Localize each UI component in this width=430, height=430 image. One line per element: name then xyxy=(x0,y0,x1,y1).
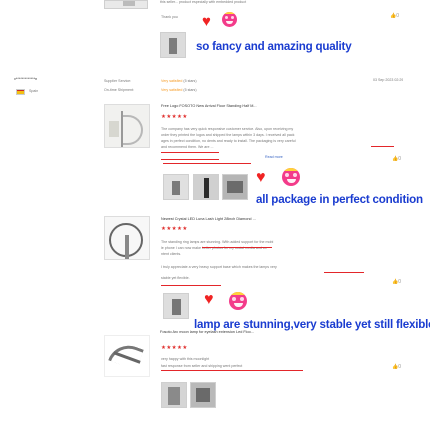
review3-line-4: I truly appreciate a very heavy support … xyxy=(161,265,277,269)
review2-line-3: ages in perfect condition, no dents and … xyxy=(161,139,296,143)
review1-user-text: Thank you xyxy=(161,15,178,19)
review4-product-image[interactable] xyxy=(104,335,150,377)
review2-like-count: 0 xyxy=(398,156,402,162)
review2-big-caption: all package in perfect condition xyxy=(256,193,423,206)
review4-like-button[interactable]: 👍0 xyxy=(392,364,401,370)
underline xyxy=(371,146,394,148)
review1-product-image[interactable] xyxy=(104,0,148,9)
reviewer-country: Spain xyxy=(29,89,39,93)
review3-line-5: stable yet flexible. xyxy=(161,276,190,280)
heart-icon: ♥ xyxy=(204,291,214,308)
review2-photo-2[interactable] xyxy=(193,174,219,200)
underline xyxy=(161,159,219,161)
review1-photo[interactable] xyxy=(160,32,186,58)
review2-line-2: order they printed the logos and shipped… xyxy=(161,133,295,137)
heart-eyes-face-icon xyxy=(282,168,300,186)
underline xyxy=(161,285,221,287)
supplier-service-label: Supplier Service: xyxy=(104,79,132,83)
review2-stars: ★★★★★ xyxy=(161,114,188,120)
review3-photo[interactable] xyxy=(163,293,189,319)
read-more-link[interactable]: Read more xyxy=(265,155,283,160)
review2-like-button[interactable]: 👍0 xyxy=(392,156,401,162)
heart-icon: ♥ xyxy=(256,169,266,186)
heart-eyes-face-icon xyxy=(222,12,237,27)
supplier-service-value: Very satisfied (5 stars) xyxy=(161,79,197,83)
review1-big-caption: so fancy and amazing quality xyxy=(196,40,352,53)
review4-like-count: 0 xyxy=(398,364,402,370)
review-date: 03 Sep 2023 02:29 xyxy=(373,78,404,82)
review3-product-image[interactable] xyxy=(104,216,150,260)
review1-like-button[interactable]: 👍0 xyxy=(390,13,399,19)
review2-line-1: The company has very quick responsive cu… xyxy=(161,127,294,131)
reviewer-name: v*************n xyxy=(14,77,38,81)
underline xyxy=(161,152,219,154)
review3-like-count: 0 xyxy=(398,279,402,285)
underline xyxy=(202,247,272,249)
spain-flag-icon xyxy=(16,89,25,95)
review3-stars: ★★★★★ xyxy=(161,226,188,232)
heart-icon: ♥ xyxy=(202,13,211,30)
review2-product-image[interactable] xyxy=(104,104,150,148)
review3-product-title[interactable]: Newest Crystal LED Luna Lash Light 28inc… xyxy=(161,217,321,222)
review4-line-1: very happy with this moonlight xyxy=(161,357,210,361)
review4-photo-2[interactable] xyxy=(190,382,216,408)
underline xyxy=(324,272,364,274)
review1-like-count: 0 xyxy=(396,13,400,19)
review2-line-4: and recommend them. We are ... xyxy=(161,145,214,149)
review2-photo-3[interactable] xyxy=(222,174,248,200)
shipment-label: On-time Shipment: xyxy=(104,88,134,92)
review3-line-1: The standing ring lamps are stunning. Wi… xyxy=(161,240,274,244)
underline xyxy=(163,163,251,165)
review4-product-title[interactable]: Fosoto Arc moon lamp for eyelash extensi… xyxy=(160,330,320,335)
heart-eyes-face-icon xyxy=(229,292,247,310)
review4-photo-1[interactable] xyxy=(161,382,187,408)
review2-product-title[interactable]: Free Logo FOSOTO New Arrival Floor Stand… xyxy=(161,104,321,109)
review1-top-text: this seller... product especially with e… xyxy=(160,0,247,4)
underline xyxy=(161,370,303,372)
review3-like-button[interactable]: 👍0 xyxy=(392,279,401,285)
review3-line-3: ntent clients. xyxy=(161,252,182,256)
review2-photo-1[interactable] xyxy=(163,174,189,200)
review4-stars: ★★★★★ xyxy=(161,345,188,351)
shipment-value: Very satisfied (5 stars) xyxy=(161,88,197,92)
review4-line-2: fast response from seller and shipping w… xyxy=(161,364,243,368)
